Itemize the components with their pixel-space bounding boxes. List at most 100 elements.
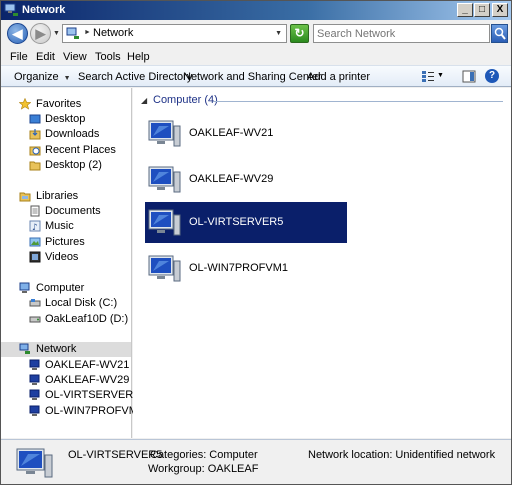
computer-item-3[interactable]: OL-VIRTSERVER5 [145,202,347,243]
nav-music[interactable]: ♪ Music [1,219,131,234]
nav-net-item-3[interactable]: OL-VIRTSERVER5 [1,388,139,403]
details-network-location: Network location: Unidentified network [308,449,496,461]
nav-recent-places[interactable]: Recent Places [1,143,131,158]
details-pane: OL-VIRTSERVER5 Categories: Computer Work… [1,439,511,484]
group-divider [213,101,503,102]
view-dropdown-icon[interactable]: ▼ [437,72,444,79]
nav-net-item-4[interactable]: OL-WIN7PROFVM1 [1,404,144,419]
menu-edit[interactable]: Edit [36,51,55,63]
computer-item-4-label: OL-WIN7PROFVM1 [189,262,289,274]
refresh-button[interactable]: ↻ [290,24,309,43]
nav-videos[interactable]: Videos [1,250,131,265]
search-active-directory-button[interactable]: Search Active Directory [78,71,192,83]
title-bar: Network _ □ X [1,1,511,20]
nav-recent-places-label: Recent Places [45,144,116,156]
navigation-pane: Favorites Desktop Downloads Recent Place… [1,88,144,438]
documents-icon [30,205,40,217]
drive-icon [29,299,41,307]
details-workgroup: Workgroup: OAKLEAF [148,463,259,475]
desktop-folder-icon [29,114,41,124]
nav-videos-label: Videos [45,251,79,263]
computer-item-1-label: OAKLEAF-WV21 [189,127,274,139]
forward-button[interactable]: ▶ [30,23,51,44]
nav-downloads-label: Downloads [45,128,100,140]
nav-network-label: Network [36,343,77,355]
organize-button[interactable]: Organize ▼ [14,71,71,83]
menu-file[interactable]: File [10,51,28,63]
pictures-icon [29,237,41,247]
svg-text:♪: ♪ [32,223,38,232]
group-header[interactable]: ◢ Computer (4) [141,94,503,108]
nav-documents[interactable]: Documents [1,204,131,219]
refresh-icon: ↻ [294,26,305,40]
back-button[interactable]: ◀ [7,23,28,44]
drive-icon [29,316,41,323]
recent-pages-dropdown[interactable]: ▼ [53,30,60,37]
nav-local-disk-label: Local Disk (C:) [45,297,118,309]
breadcrumb-separator-icon[interactable]: ► [84,29,91,36]
network-icon [66,27,79,39]
add-printer-button[interactable]: Add a printer [307,71,370,83]
computer-item-1[interactable]: OAKLEAF-WV21 [145,113,347,154]
computer-item-4[interactable]: OL-WIN7PROFVM1 [145,248,347,289]
computer-item-2[interactable]: OAKLEAF-WV29 [145,159,347,200]
nav-desktop[interactable]: Desktop [1,112,131,127]
nav-libraries[interactable]: Libraries [1,189,131,204]
videos-icon [29,251,41,263]
music-icon: ♪ [29,220,41,232]
nav-favorites[interactable]: Favorites [1,97,131,112]
nav-network[interactable]: Network [1,342,131,357]
nav-net-item-4-label: OL-WIN7PROFVM1 [45,405,145,417]
nav-net-item-3-label: OL-VIRTSERVER5 [45,389,140,401]
menu-help[interactable]: Help [127,51,150,63]
nav-documents-label: Documents [45,205,101,217]
breadcrumb-network[interactable]: Network [93,27,133,39]
nav-libraries-label: Libraries [36,190,79,202]
nav-pictures-label: Pictures [45,236,85,248]
forward-arrow-icon: ▶ [35,26,46,41]
view-options-icon[interactable] [421,70,435,83]
computer-icon [19,282,30,293]
close-button[interactable]: X [492,3,508,17]
computer-icon [148,166,181,193]
nav-computer[interactable]: Computer [1,281,131,296]
nav-favorites-label: Favorites [36,98,82,110]
library-icon [19,192,31,202]
nav-oakleaf-drive[interactable]: OakLeaf10D (D:) [1,312,131,327]
nav-downloads[interactable]: Downloads [1,127,131,142]
chevron-down-icon: ▼ [63,75,71,82]
content-pane: ◢ Computer (4) OAKLEAF-WV21 OAKLEAF-WV29 [133,88,511,438]
address-dropdown-icon[interactable]: ▼ [275,30,282,37]
nav-pictures[interactable]: Pictures [1,235,131,250]
search-input[interactable] [314,25,489,42]
explorer-window: Network _ □ X ◀ ▶ ▼ ► Network ▼ ↻ Search… [0,0,512,485]
computer-icon [29,389,40,400]
minimize-button[interactable]: _ [457,3,473,17]
group-title: Computer (4) [153,94,218,106]
nav-local-disk[interactable]: Local Disk (C:) [1,296,131,311]
network-icon [19,343,30,354]
computer-icon [148,209,181,236]
maximize-button[interactable]: □ [474,3,490,17]
nav-net-item-2[interactable]: OAKLEAF-WV29 [1,373,131,388]
organize-label: Organize [14,71,59,83]
computer-item-2-label: OAKLEAF-WV29 [189,173,274,185]
computer-icon [148,120,181,147]
nav-net-item-1[interactable]: OAKLEAF-WV21 [1,358,131,373]
recent-places-icon [29,146,41,156]
help-icon[interactable]: ? [485,69,499,83]
network-sharing-center-button[interactable]: Network and Sharing Center [183,71,322,83]
nav-desktop-2[interactable]: Desktop (2) [1,158,131,173]
collapse-icon[interactable]: ◢ [141,96,147,105]
star-icon [19,98,31,110]
search-button[interactable] [491,24,508,43]
address-box[interactable]: ► Network ▼ [62,24,287,43]
computer-icon [148,255,181,282]
address-bar-row: ◀ ▶ ▼ ► Network ▼ ↻ [1,20,511,47]
preview-pane-icon[interactable] [462,70,476,83]
search-box[interactable] [313,24,490,43]
menu-view[interactable]: View [63,51,87,63]
nav-desktop-label: Desktop [45,113,86,125]
menu-tools[interactable]: Tools [95,51,121,63]
menu-bar: File Edit View Tools Help [1,48,511,66]
